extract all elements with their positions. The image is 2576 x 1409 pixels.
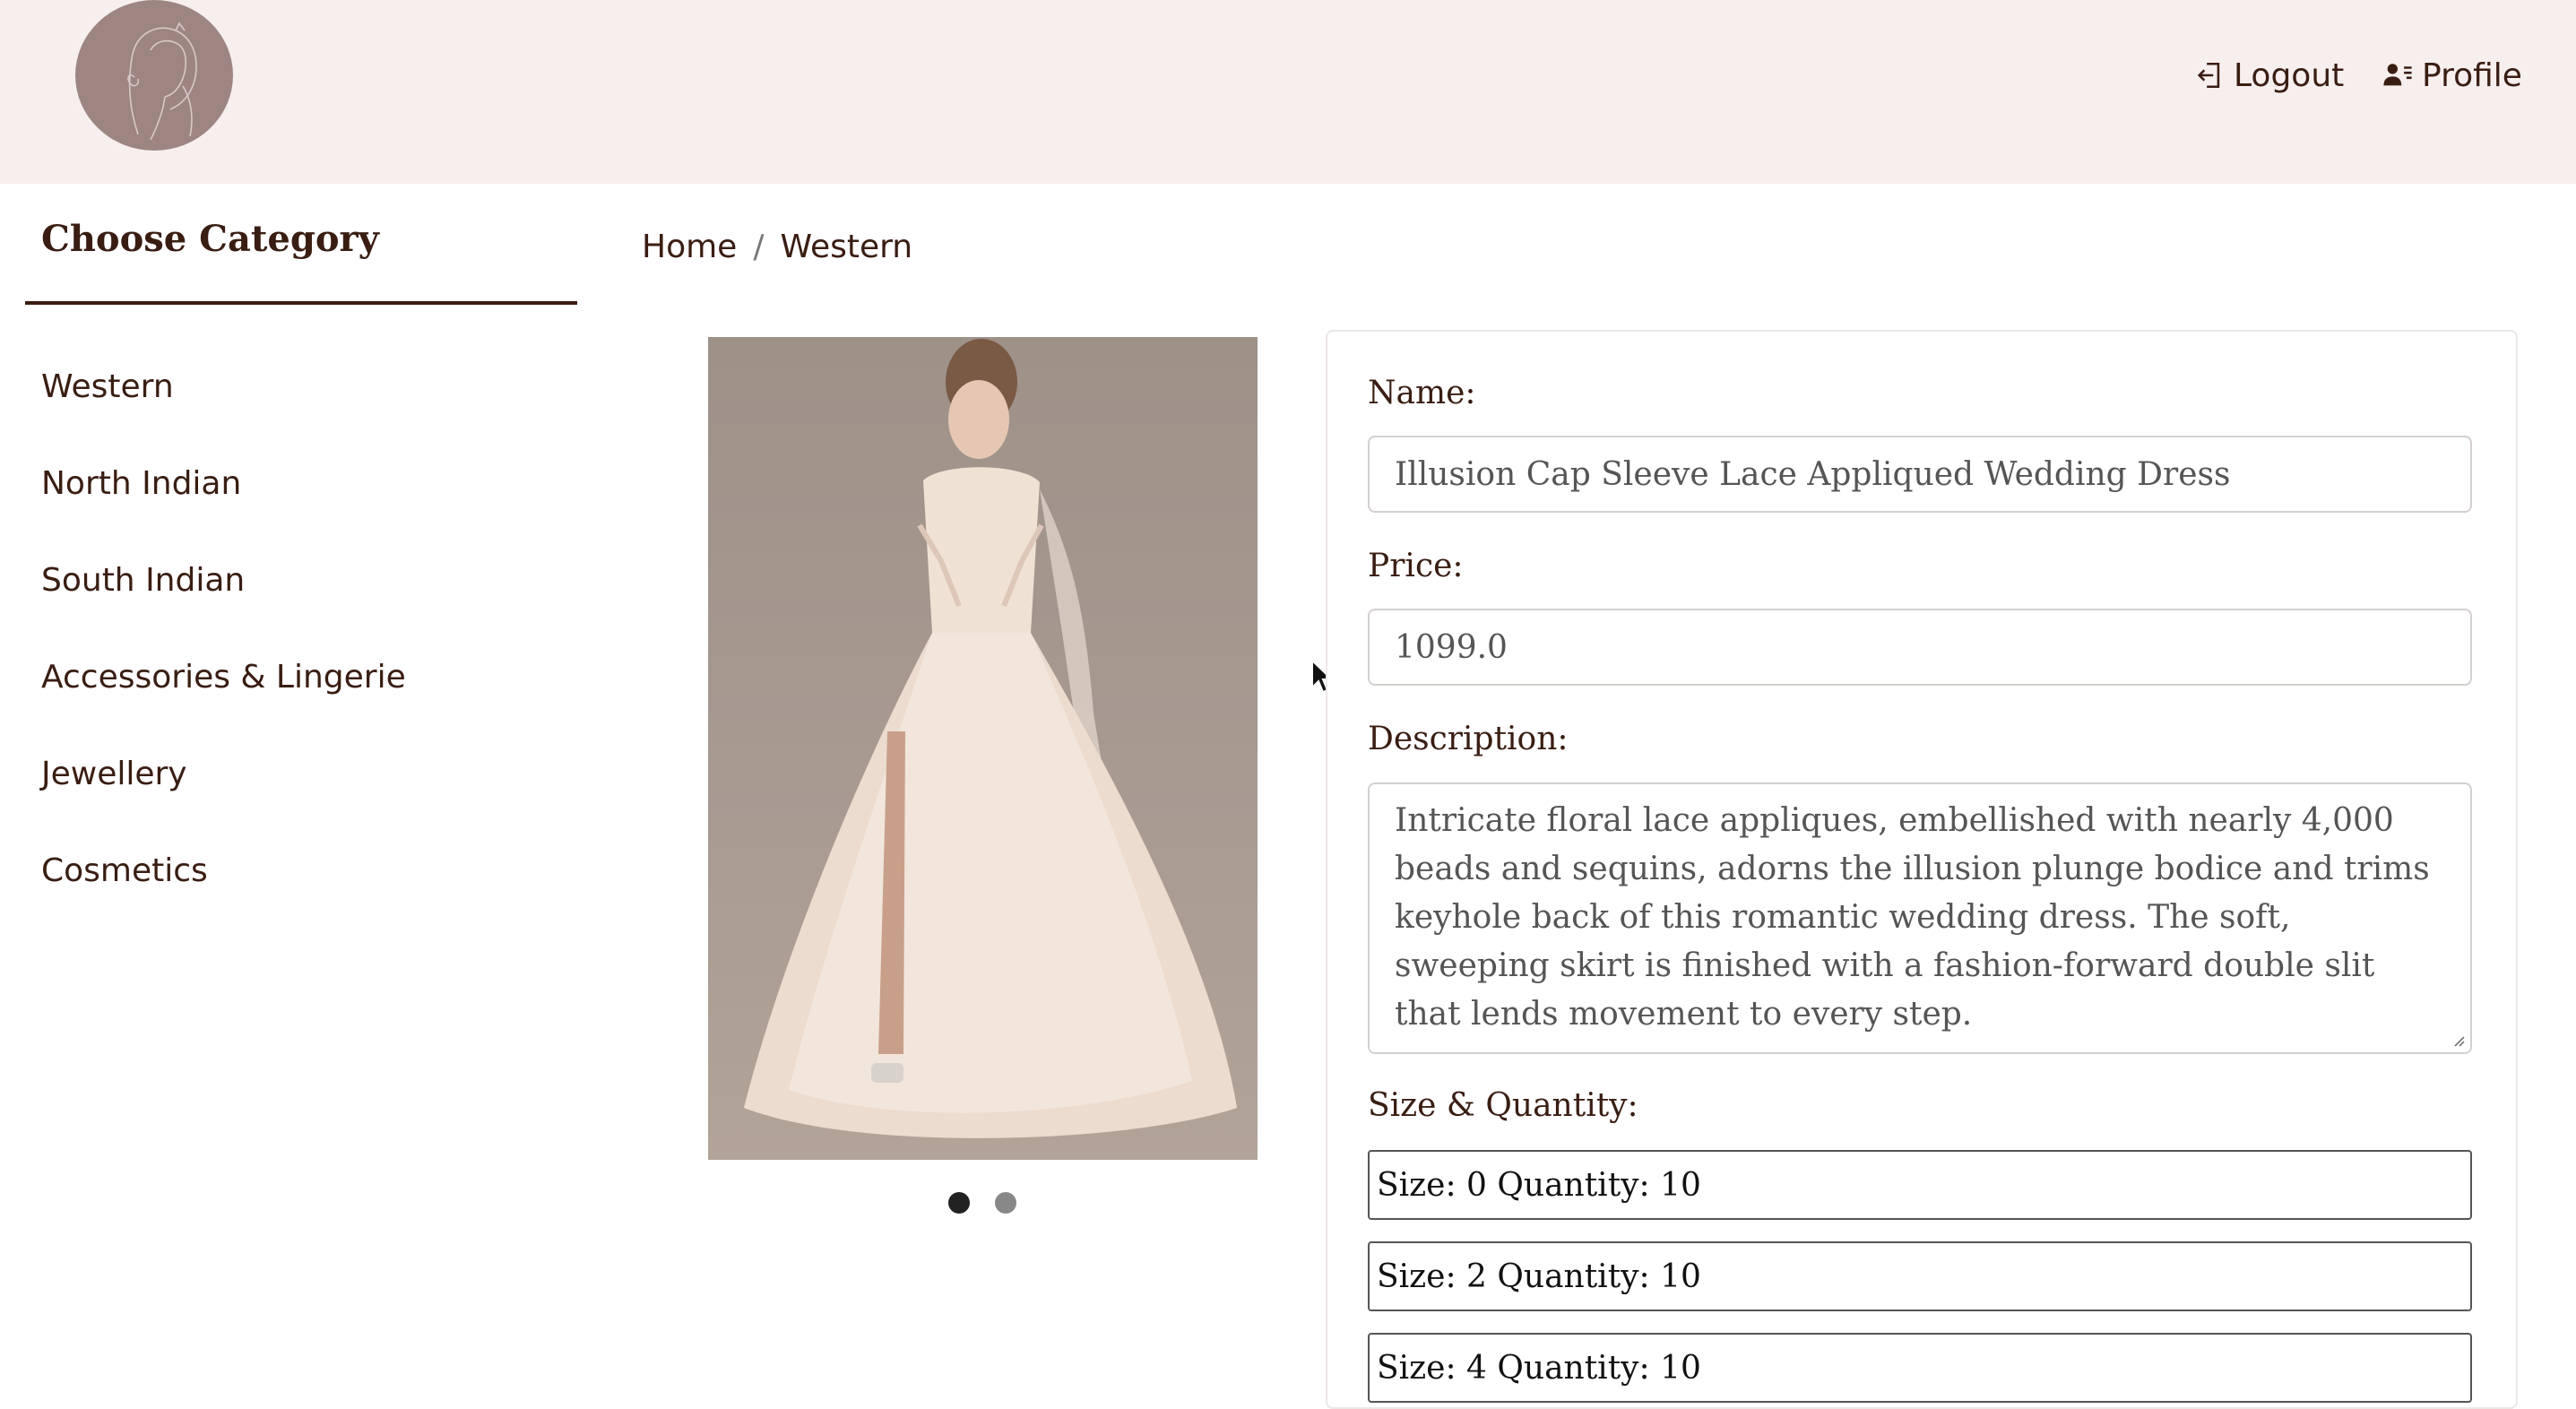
description-field[interactable]: Intricate floral lace appliques, embelli… <box>1368 782 2472 1054</box>
profile-list-icon <box>2383 64 2412 86</box>
breadcrumb: Home / Western <box>642 229 912 265</box>
name-label: Name: <box>1368 375 1476 411</box>
logout-link[interactable]: Logout <box>2194 56 2344 95</box>
category-list: Western North Indian South Indian Access… <box>41 366 406 947</box>
brand-logo[interactable] <box>75 0 233 151</box>
sidebar-item-jewellery[interactable]: Jewellery <box>41 753 406 850</box>
size-quantity-item[interactable]: Size: 0 Quantity: 10 <box>1368 1150 2472 1220</box>
sidebar-item-cosmetics[interactable]: Cosmetics <box>41 850 406 947</box>
size-quantity-item[interactable]: Size: 2 Quantity: 10 <box>1368 1241 2472 1311</box>
logout-icon <box>2197 62 2220 89</box>
logout-label: Logout <box>2234 56 2345 94</box>
sidebar-item-north-indian[interactable]: North Indian <box>41 462 406 559</box>
description-label: Description: <box>1368 721 1569 757</box>
profile-label: Profile <box>2422 56 2522 94</box>
sizes-label: Size & Quantity: <box>1368 1087 1638 1124</box>
woman-silhouette-logo-icon <box>127 22 197 141</box>
profile-link[interactable]: Profile <box>2382 56 2522 95</box>
sidebar-item-south-indian[interactable]: South Indian <box>41 559 406 656</box>
price-label: Price: <box>1368 548 1464 584</box>
sidebar-item-western[interactable]: Western <box>41 366 406 462</box>
resize-grip-icon[interactable] <box>2451 1033 2465 1047</box>
size-quantity-item[interactable]: Size: 4 Quantity: 10 <box>1368 1333 2472 1403</box>
breadcrumb-current: Western <box>780 229 913 265</box>
description-text: Intricate floral lace appliques, embelli… <box>1395 802 2430 1033</box>
breadcrumb-home[interactable]: Home <box>642 229 737 265</box>
name-field[interactable]: Illusion Cap Sleeve Lace Appliqued Weddi… <box>1368 436 2472 513</box>
sidebar-title: Choose Category <box>41 218 379 260</box>
carousel-indicator-2[interactable] <box>995 1192 1016 1214</box>
product-image[interactable] <box>708 337 1258 1160</box>
sidebar-item-accessories-lingerie[interactable]: Accessories & Lingerie <box>41 656 406 753</box>
header-bar: Logout Profile <box>0 0 2576 184</box>
wedding-dress-photo <box>744 339 1237 1138</box>
carousel-indicator-1[interactable] <box>948 1192 970 1214</box>
price-field[interactable]: 1099.0 <box>1368 609 2472 686</box>
sidebar-divider <box>25 301 577 305</box>
breadcrumb-separator: / <box>753 229 765 265</box>
